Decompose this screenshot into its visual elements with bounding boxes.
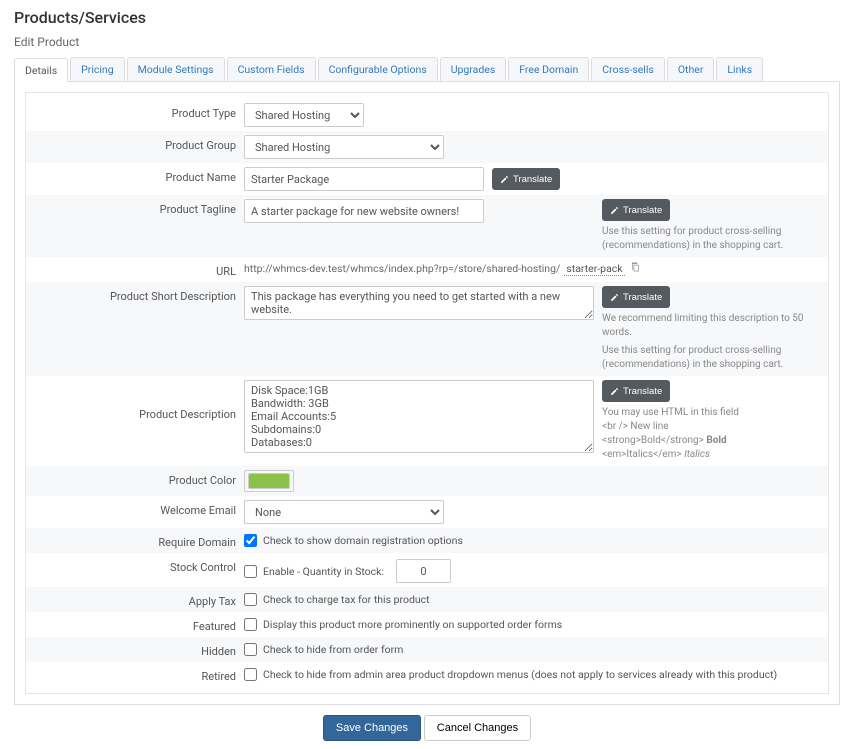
label-product-type: Product Type [36, 103, 236, 120]
details-panel: Product Type Shared Hosting Product Grou… [14, 82, 840, 705]
page-title: Products/Services [14, 8, 840, 27]
pencil-icon [610, 206, 619, 215]
tab-free-domain[interactable]: Free Domain [508, 57, 589, 81]
translate-button[interactable]: Translate [602, 199, 670, 221]
tab-upgrades[interactable]: Upgrades [440, 57, 507, 81]
product-type-select[interactable]: Shared Hosting [244, 103, 364, 127]
label-color: Product Color [36, 470, 236, 487]
label-stock-control: Stock Control [36, 557, 236, 574]
require-domain-checkbox[interactable] [244, 534, 257, 547]
translate-button[interactable]: Translate [602, 286, 670, 308]
help-desc-em: <em>Italics</em> Italics [602, 448, 818, 462]
tab-custom-fields[interactable]: Custom Fields [227, 57, 316, 81]
tab-other[interactable]: Other [667, 57, 715, 81]
pencil-icon [610, 293, 619, 302]
hidden-checkbox[interactable] [244, 643, 257, 656]
apply-tax-label: Check to charge tax for this product [263, 593, 430, 606]
require-domain-label: Check to show domain registration option… [263, 534, 463, 547]
cancel-button[interactable]: Cancel Changes [424, 715, 531, 741]
copy-icon[interactable] [629, 261, 641, 276]
help-desc-br: <br /> New line [602, 420, 818, 434]
tabs-bar: Details Pricing Module Settings Custom F… [14, 57, 840, 82]
label-require-domain: Require Domain [36, 532, 236, 549]
translate-button[interactable]: Translate [492, 168, 560, 190]
pencil-icon [500, 175, 509, 184]
label-featured: Featured [36, 616, 236, 633]
product-name-input[interactable] [244, 167, 484, 191]
color-swatch[interactable] [248, 473, 290, 489]
tab-module-settings[interactable]: Module Settings [127, 57, 225, 81]
help-desc-strong: <strong>Bold</strong> Bold [602, 434, 818, 448]
tab-cross-sells[interactable]: Cross-sells [591, 57, 665, 81]
label-description: Product Description [36, 380, 236, 421]
help-tagline: Use this setting for product cross-selli… [602, 225, 818, 253]
label-retired: Retired [36, 666, 236, 683]
stock-control-checkbox[interactable] [244, 565, 257, 578]
label-product-name: Product Name [36, 167, 236, 184]
label-product-tagline: Product Tagline [36, 199, 236, 216]
retired-checkbox[interactable] [244, 668, 257, 681]
welcome-email-select[interactable]: None [244, 500, 444, 524]
help-short2: Use this setting for product cross-selli… [602, 344, 818, 372]
featured-checkbox[interactable] [244, 618, 257, 631]
tab-details[interactable]: Details [14, 58, 68, 82]
help-short1: We recommend limiting this description t… [602, 312, 818, 340]
label-short-desc: Product Short Description [36, 286, 236, 303]
hidden-label: Check to hide from order form [263, 643, 403, 656]
label-welcome-email: Welcome Email [36, 500, 236, 517]
featured-label: Display this product more prominently on… [263, 618, 562, 631]
pencil-icon [610, 387, 619, 396]
label-hidden: Hidden [36, 641, 236, 658]
label-url: URL [36, 261, 236, 278]
translate-button[interactable]: Translate [602, 380, 670, 402]
tab-links[interactable]: Links [716, 57, 763, 81]
page-subtitle: Edit Product [14, 35, 840, 49]
short-desc-textarea[interactable]: This package has everything you need to … [244, 286, 594, 320]
retired-label: Check to hide from admin area product dr… [263, 668, 777, 681]
tab-pricing[interactable]: Pricing [70, 57, 124, 81]
save-button[interactable]: Save Changes [323, 715, 421, 741]
stock-qty-input[interactable] [396, 559, 451, 583]
label-product-group: Product Group [36, 135, 236, 152]
product-group-select[interactable]: Shared Hosting [244, 135, 444, 159]
help-desc1: You may use HTML in this field [602, 406, 818, 420]
url-base-text: http://whmcs-dev.test/whmcs/index.php?rp… [244, 262, 560, 275]
product-tagline-input[interactable] [244, 199, 484, 223]
label-apply-tax: Apply Tax [36, 591, 236, 608]
tab-configurable-options[interactable]: Configurable Options [318, 57, 438, 81]
url-slug-input[interactable]: starter-pack [564, 262, 624, 276]
apply-tax-checkbox[interactable] [244, 593, 257, 606]
stock-control-label: Enable - Quantity in Stock: [263, 565, 384, 578]
description-textarea[interactable]: Disk Space:1GB Bandwidth: 3GB Email Acco… [244, 380, 594, 453]
